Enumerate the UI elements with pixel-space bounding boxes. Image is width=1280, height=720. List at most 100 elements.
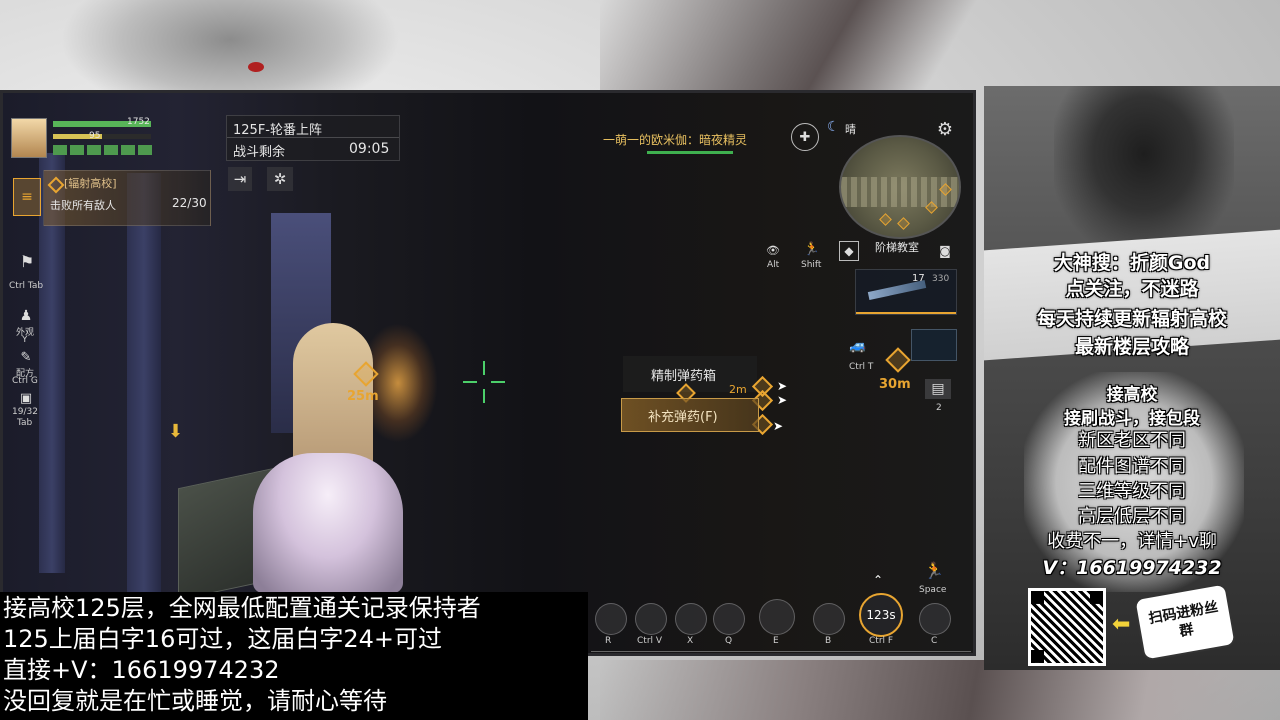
skill-ctrl-f-cooldown[interactable]: 123s — [859, 593, 903, 637]
space-key: Space — [919, 585, 947, 595]
hp-value: 1752 — [127, 117, 150, 127]
settings-gear-small-icon[interactable]: ✲ — [267, 167, 293, 191]
skill-q-icon[interactable] — [713, 603, 745, 635]
skill-key-ctrl-f: Ctrl F — [869, 636, 894, 646]
ad-line: 点关注，不迷路 — [1065, 278, 1199, 300]
stream-text-overlay: 接高校125层，全网最低配置通关记录保持者 125上届白字16可过，这届白字24… — [0, 592, 588, 720]
backpack-icon[interactable]: ▣ — [15, 390, 37, 406]
player-avatar[interactable] — [11, 118, 47, 158]
camera-icon[interactable]: ◙ — [935, 243, 955, 259]
quest-objective: 击败所有敌人 — [50, 199, 116, 212]
vehicle-icon[interactable]: 🚙 — [843, 337, 873, 355]
buff-icons-row — [53, 145, 153, 156]
ad-line: 大神搜：折颜God — [1053, 252, 1211, 274]
red-eye-detail — [248, 62, 264, 72]
item-count: 2 — [936, 403, 942, 413]
flag-icon[interactable]: ⚑ — [15, 250, 39, 272]
notice-progress-bar — [647, 151, 733, 154]
menu-grid-icon[interactable]: ✚ — [791, 123, 819, 151]
overlay-line: 没回复就是在忙或睡觉，请耐心等待 — [3, 687, 387, 715]
ad-character-art — [1054, 86, 1234, 256]
quest-panel[interactable]: [辐射高校] 击败所有敌人 22/30 — [43, 170, 211, 226]
qr-pointer-arrow: ⬅ — [1112, 612, 1131, 637]
bag-key: Tab — [17, 418, 33, 428]
skill-b-icon[interactable] — [813, 603, 845, 635]
direction-arrow-icon: ➤ — [777, 393, 788, 407]
quest-name: [辐射高校] — [64, 177, 117, 190]
scene-pillar — [127, 173, 161, 593]
skill-x-icon[interactable] — [675, 603, 707, 635]
streamer-ad-panel: 大神搜：折颜God 点关注，不迷路 每天持续更新辐射高校 最新楼层攻略 接高校 … — [984, 86, 1280, 670]
map-pin-icon[interactable]: ◆ — [839, 241, 859, 261]
team-notice: 一萌一的欧米伽：暗夜精灵 — [603, 133, 748, 147]
skill-reload-icon[interactable] — [595, 603, 627, 635]
interact-title: 精制弹药箱 — [651, 369, 717, 384]
quest-diamond-icon — [47, 176, 65, 194]
shift-key: Shift — [801, 260, 822, 270]
exit-door-icon[interactable]: ⇥ — [228, 167, 252, 191]
settings-gear-icon[interactable]: ⚙ — [933, 117, 957, 141]
vehicle-key: Ctrl T — [849, 362, 874, 372]
ad-line: 高层低层不同 — [1078, 506, 1186, 527]
background-streak — [600, 0, 1020, 90]
outfit-icon[interactable]: ♟ — [15, 307, 37, 325]
ad-line: 收费不一，详情+v聊 — [1047, 531, 1217, 552]
skill-c-icon[interactable] — [919, 603, 951, 635]
ad-line: 接高校 — [1106, 385, 1158, 405]
direction-arrow-icon: ➤ — [773, 419, 784, 433]
overlay-line: 接高校125层，全网最低配置通关记录保持者 — [3, 594, 481, 622]
vehicle-slot[interactable] — [911, 329, 957, 361]
game-viewport[interactable]: 1752 95 125F-轮番上阵 战斗剩余 09:05 ⇥ ✲ [辐射高校] … — [0, 90, 976, 656]
interact-distance-fragment: 2m — [729, 383, 747, 396]
alt-key: Alt — [767, 260, 780, 270]
armor-bar — [53, 134, 151, 139]
mission-timer-panel: 125F-轮番上阵 战斗剩余 09:05 — [226, 115, 400, 161]
eye-icon[interactable]: 👁 — [765, 243, 781, 257]
skill-key-c: C — [931, 636, 938, 646]
ad-line: 新区老区不同 — [1078, 430, 1186, 451]
refill-ammo-button[interactable]: 补充弹药(F) — [621, 398, 759, 432]
minimap-marker — [879, 213, 892, 226]
armor-value: 95 — [89, 131, 101, 141]
weapon-slot[interactable]: 17 330 — [855, 269, 957, 315]
qr-caption-box: 扫码进粉丝群 — [1133, 582, 1237, 662]
chevron-up-icon: ⌃ — [873, 573, 884, 587]
qr-caption: 扫码进粉丝群 — [1147, 599, 1220, 640]
down-arrow-indicator: ⬇ — [168, 421, 184, 442]
flag-key: Ctrl Tab — [9, 281, 44, 291]
skill-key-b: B — [825, 636, 832, 646]
skill-key-q: Q — [725, 636, 733, 646]
ad-line: V：16619974232 — [1042, 557, 1222, 579]
jump-icon[interactable]: 🏃 — [923, 559, 945, 581]
recipe-key: Ctrl G — [12, 376, 38, 386]
skill-ctrl-v-icon[interactable] — [635, 603, 667, 635]
qr-code[interactable] — [1028, 588, 1106, 666]
bag-count: 19/32 — [12, 407, 38, 417]
ad-line: 每天持续更新辐射高校 — [1036, 308, 1227, 330]
weapon-reserve: 330 — [932, 274, 950, 284]
minimap-marker — [897, 217, 910, 230]
recipe-icon[interactable]: ✎ — [15, 348, 37, 366]
refill-ammo-label: 补充弹药(F) — [648, 410, 718, 425]
sprint-icon[interactable]: 🏃 — [803, 241, 821, 257]
ad-line: 配件图谱不同 — [1078, 456, 1186, 477]
weather-label: 晴 — [845, 123, 856, 136]
overlay-line: 直接+V：16619974232 — [3, 656, 280, 684]
skill-key-e: E — [773, 636, 779, 646]
direction-arrow-icon: ➤ — [777, 379, 788, 393]
quest-book-icon[interactable]: ≡ — [13, 178, 41, 216]
ad-line: 最新楼层攻略 — [1074, 336, 1189, 358]
outfit-key: Y — [22, 335, 28, 345]
minimap-location: 阶梯教室 — [875, 241, 919, 254]
overlay-line: 125上届白字16可过，这届白字24+可过 — [3, 625, 442, 653]
skill-key-x: X — [687, 636, 694, 646]
skill-bar-divider — [591, 651, 971, 652]
crosshair — [463, 361, 505, 403]
minimap[interactable] — [839, 135, 961, 239]
floor-title: 125F-轮番上阵 — [233, 123, 322, 138]
skill-e-icon[interactable] — [759, 599, 795, 635]
waypoint-distance-left: 25m — [347, 389, 379, 404]
skill-key-r: R — [605, 636, 612, 646]
battle-timer: 09:05 — [349, 141, 390, 157]
item-box-icon[interactable]: ▤ — [925, 379, 951, 399]
